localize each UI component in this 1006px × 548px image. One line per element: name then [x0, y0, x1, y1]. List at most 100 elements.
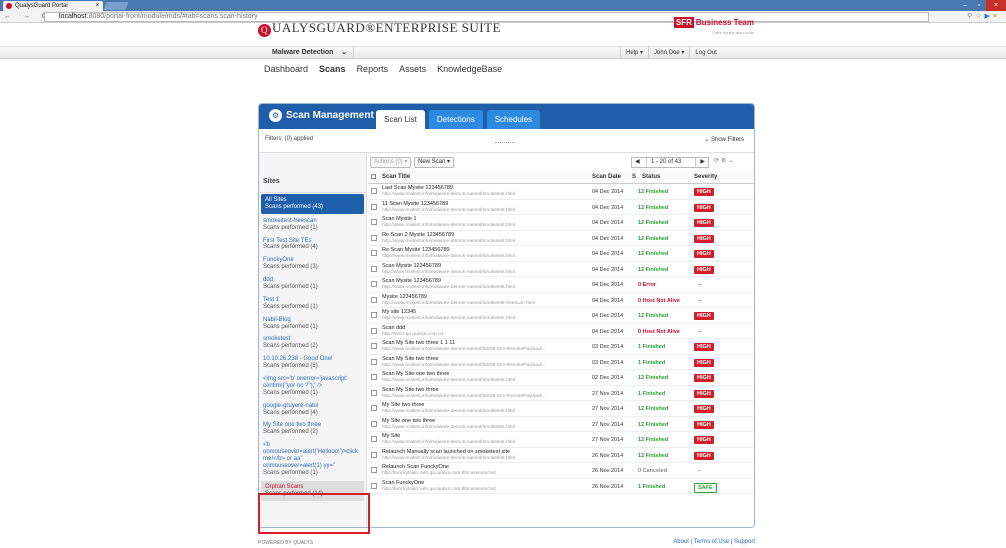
col-scan-title[interactable]: Scan Title [382, 174, 410, 180]
table-row[interactable]: Re Scan 2 Mysite 123456789 http://www.mvi… [368, 231, 754, 246]
new-tab-button[interactable] [103, 2, 129, 10]
row-checkbox[interactable] [371, 451, 377, 458]
scan-title[interactable]: 11 Scan Mysite 123456789 [382, 201, 448, 207]
row-checkbox[interactable] [371, 250, 377, 256]
row-checkbox[interactable] [371, 436, 377, 442]
row-checkbox[interactable] [371, 265, 377, 272]
table-row[interactable]: Scan Mysite 123456789 http://www.mvitest.… [368, 277, 754, 293]
sidebar-site-item[interactable]: 10.10.26.238 - Good One! Scans performed … [259, 353, 366, 373]
scan-title[interactable]: Scan My Site two three 1 1 11 [382, 340, 455, 346]
row-checkbox[interactable] [371, 188, 377, 194]
sidebar-site-item[interactable]: ddd Scans performed (1) [259, 274, 366, 294]
row-checkbox[interactable] [371, 358, 377, 365]
sidebar-site-item[interactable]: Test 1 Scans performed (1) [259, 294, 366, 314]
sidebar-site-item[interactable]: My Site one two three Scans performed (2) [259, 419, 366, 439]
scan-title[interactable]: Re Scan 2 Mysite 123456789 [382, 232, 454, 238]
row-checkbox[interactable] [371, 389, 377, 396]
nav-scans[interactable]: Scans [319, 64, 346, 74]
help-menu[interactable]: Help ▾ [620, 47, 648, 59]
maximize-icon[interactable]: ▫ [972, 0, 986, 11]
row-checkbox[interactable] [371, 420, 377, 427]
table-row[interactable]: Re Scan Mysite 123456789 http://www.mvite… [368, 246, 754, 262]
tab-detections[interactable]: Detections [428, 110, 483, 129]
scan-title[interactable]: Scan Mysite 1 [382, 216, 417, 222]
table-row[interactable]: Scan Mysite 1 http://www.mvitest.info/mal… [368, 215, 754, 231]
sidebar-site-item[interactable]: <b onmouseover=alert('Hellooo!')>click m… [259, 439, 366, 479]
table-row[interactable]: Scan FunckyOne http://funckytown.vuln.qa.… [368, 479, 754, 494]
row-checkbox[interactable] [371, 219, 377, 225]
col-scan-date[interactable]: Scan Date [592, 174, 621, 180]
next-page-icon[interactable]: ▶ [700, 158, 705, 167]
prev-page-icon[interactable]: ◀ [635, 158, 640, 167]
table-row[interactable]: Scan My Site two three 1 1 11 http://www.… [368, 339, 754, 355]
tab-scan-list[interactable]: Scan List [376, 110, 425, 129]
resize-grip[interactable] [495, 142, 515, 143]
nav-dashboard[interactable]: Dashboard [264, 64, 308, 74]
col-status[interactable]: Status [642, 174, 660, 180]
tab-schedules[interactable]: Schedules [486, 110, 541, 129]
sidebar-site-item[interactable]: First Test Site TEs Scans performed (4) [259, 235, 366, 255]
nav-assets[interactable]: Assets [399, 64, 426, 74]
table-row[interactable]: My Site one two three http://www.mvitest.… [368, 417, 754, 432]
sidebar-site-item[interactable]: <img src='b' onerror='javascript: confir… [259, 373, 366, 400]
row-checkbox[interactable] [371, 482, 377, 489]
table-row[interactable]: 11 Scan Mysite 123456789 http://www.mvite… [368, 200, 754, 215]
row-checkbox[interactable] [371, 343, 377, 349]
browser-actions[interactable]: ⚲☆▶≡ [967, 11, 1000, 23]
select-all-checkbox[interactable]: ☐ [371, 174, 376, 181]
table-row[interactable]: My Site http://www.mvitest.info/malware-d… [368, 432, 754, 448]
row-checkbox[interactable] [371, 296, 377, 303]
scan-title[interactable]: Scan Mysite 123456789 [382, 278, 441, 284]
sidebar-site-item[interactable]: smokeitest-freescan Scans performed (1) [259, 215, 366, 235]
user-dropdown[interactable]: John Doe ▾ [648, 47, 689, 59]
sidebar-site-item[interactable]: FunckyOne Scans performed (3) [259, 254, 366, 274]
module-selector[interactable]: Malware Detection ⌄ [258, 47, 354, 59]
nav-reports[interactable]: Reports [357, 64, 389, 74]
col-severity[interactable]: Severity [694, 174, 717, 180]
scan-title[interactable]: Re Scan Mysite 123456789 [382, 247, 450, 253]
scan-title[interactable]: My site 12345 [382, 309, 416, 315]
footer-links[interactable]: About | Terms of Use | Support [673, 539, 755, 545]
show-filters-button[interactable]: ⌄ Show Filters [704, 136, 744, 143]
row-checkbox[interactable] [371, 312, 377, 318]
nav-knowledgebase[interactable]: KnowledgeBase [437, 64, 502, 74]
scan-title[interactable]: My Site [382, 433, 400, 439]
row-checkbox[interactable] [371, 234, 377, 241]
row-checkbox[interactable] [371, 405, 377, 411]
logout-link[interactable]: Log Out [689, 47, 721, 59]
scan-title[interactable]: Relaunch Manually scan launched on smoke… [382, 449, 510, 455]
row-checkbox[interactable] [371, 374, 377, 380]
new-scan-button[interactable]: New Scan ▾ [414, 157, 455, 168]
table-row[interactable]: Scan ddd http://test1.qa.qualys.com.cd 04 … [368, 324, 754, 339]
table-row[interactable]: Scan My Site two three http://www.mvitest… [368, 386, 754, 401]
table-row[interactable]: Scan My Site two three http://www.mvitest… [368, 355, 754, 370]
scan-title[interactable]: Scan My Site two three [382, 387, 439, 393]
table-row[interactable]: Mysite 123456789 http://www.mvitest.info/… [368, 293, 754, 308]
sidebar-site-item[interactable]: google-gruyere-nabil Scans performed (4) [259, 400, 366, 420]
table-row[interactable]: My site 12345 http://www.mvitest.info/mal… [368, 308, 754, 324]
scan-title[interactable]: Relaunch Scan FunckyOne [382, 464, 449, 470]
row-checkbox[interactable] [371, 281, 377, 287]
scan-title[interactable]: Scan Mysite 123456789 [382, 263, 441, 269]
row-checkbox[interactable] [371, 327, 377, 334]
scan-title[interactable]: Last Scan Mysite 123456789 [382, 185, 453, 191]
actions-dropdown[interactable]: Actions (0) ▾ [370, 157, 412, 168]
close-window-icon[interactable]: × [986, 0, 1006, 11]
table-row[interactable]: Scan My Site one two three http://www.mvi… [368, 370, 754, 386]
table-row[interactable]: Relaunch Scan FunckyOne http://funckytown… [368, 463, 754, 479]
row-checkbox[interactable] [371, 203, 377, 210]
minimize-icon[interactable]: – [958, 0, 972, 11]
scan-title[interactable]: My Site two three [382, 402, 425, 408]
sidebar-site-item[interactable]: All Sites Scans performed (43) [261, 194, 364, 214]
table-row[interactable]: Scan Mysite 123456789 http://www.mvitest.… [368, 262, 754, 277]
scan-title[interactable]: Mysite 123456789 [382, 294, 427, 300]
table-row[interactable]: Relaunch Manually scan launched on smoke… [368, 448, 754, 463]
scan-title[interactable]: Scan My Site one two three [382, 371, 449, 377]
scan-title[interactable]: My Site one two three [382, 418, 435, 424]
sidebar-site-item[interactable]: smoketest Scans performed (2) [259, 333, 366, 353]
scan-title[interactable]: Scan ddd [382, 325, 405, 331]
browser-tab[interactable]: QualysGuard Portal × [3, 1, 103, 11]
table-row[interactable]: My Site two three http://www.mvitest.info… [368, 401, 754, 417]
col-s[interactable]: S [632, 174, 636, 180]
close-tab-icon[interactable]: × [95, 1, 99, 11]
